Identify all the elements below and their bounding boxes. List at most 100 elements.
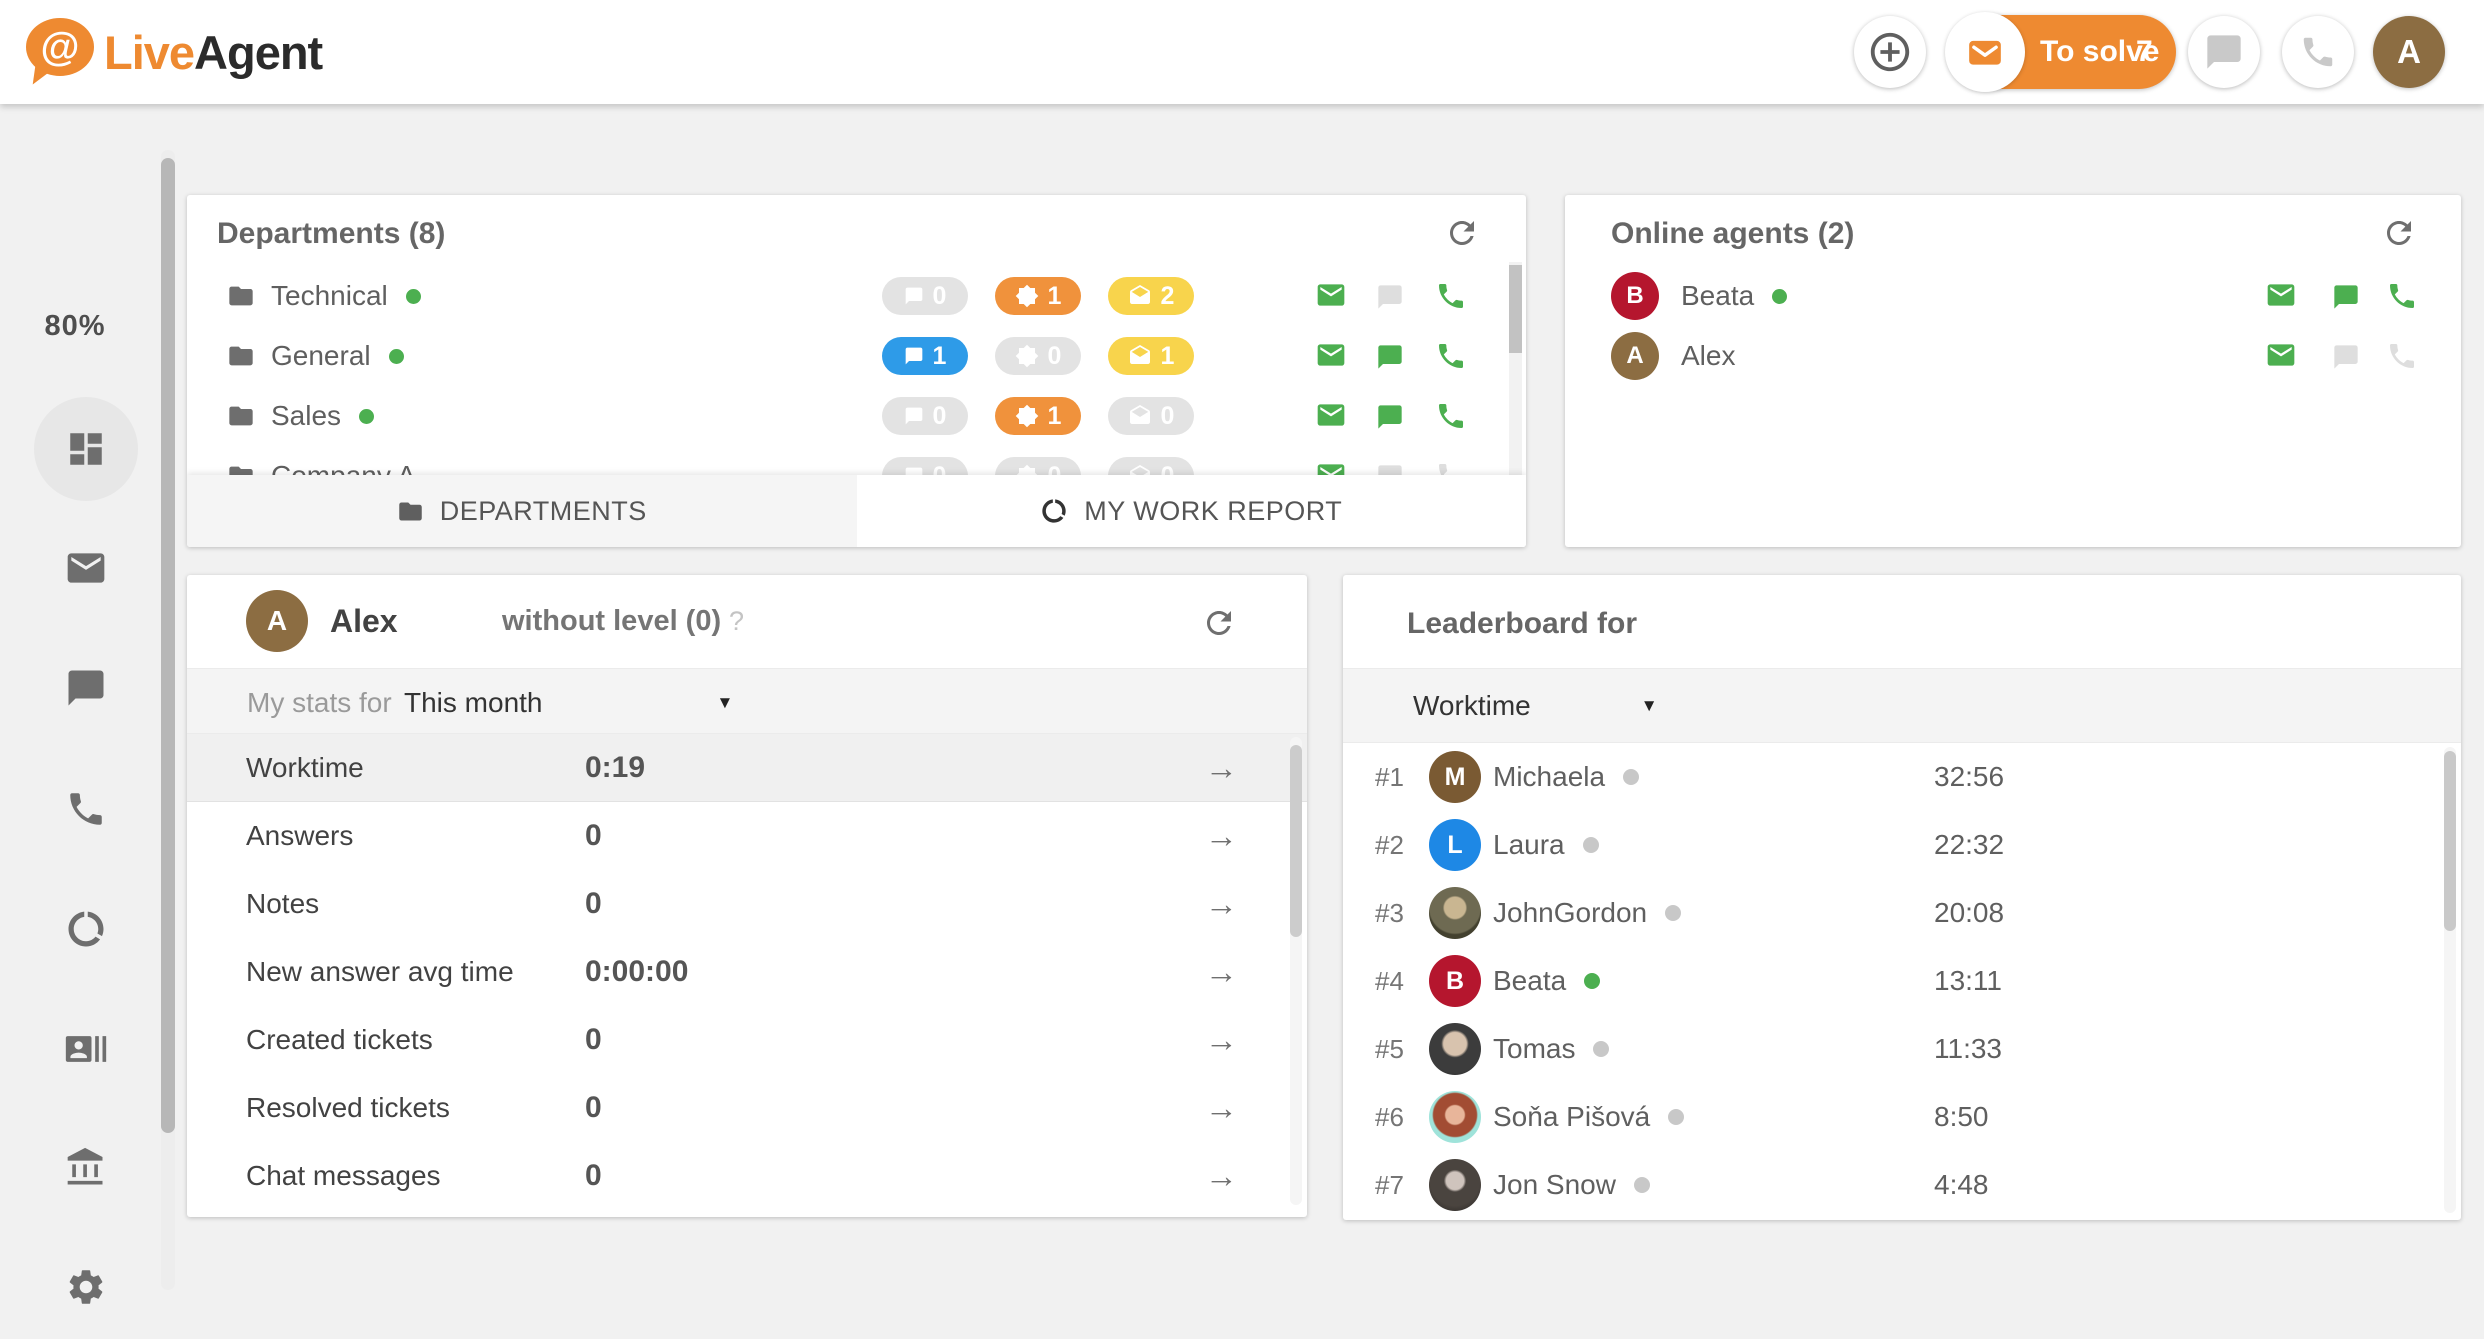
- leaderboard-row[interactable]: #7 Jon Snow 4:48: [1343, 1151, 2461, 1219]
- refresh-button[interactable]: [2381, 215, 2417, 251]
- open-envelope-icon: [1128, 464, 1152, 475]
- department-name: Technical: [271, 280, 388, 312]
- stat-value: 0: [585, 1159, 602, 1193]
- rank: #1: [1375, 743, 1404, 811]
- new-tickets-badge[interactable]: 1: [995, 277, 1081, 315]
- mail-action-icon[interactable]: [1313, 339, 1349, 371]
- department-name: Company A: [271, 460, 416, 475]
- chat-action-icon[interactable]: [1376, 343, 1404, 371]
- mail-action-icon[interactable]: [1313, 399, 1349, 431]
- metric-dropdown[interactable]: Worktime ▼: [1413, 690, 1658, 722]
- leaderboard-row[interactable]: #2 L Laura 22:32: [1343, 811, 2461, 879]
- stat-row-answers[interactable]: Answers 0 →: [187, 802, 1307, 870]
- online-status-dot: [1584, 973, 1600, 989]
- bank-building-icon: [64, 1146, 108, 1190]
- new-tickets-count: 0: [1048, 342, 1062, 371]
- new-tickets-badge[interactable]: 0: [995, 457, 1081, 475]
- chats-badge[interactable]: 0: [882, 457, 968, 475]
- refresh-button[interactable]: [1201, 605, 1237, 641]
- chat-action-icon[interactable]: [2332, 283, 2360, 311]
- open-tickets-badge[interactable]: 0: [1108, 397, 1194, 435]
- leaderboard-row[interactable]: #1 M Michaela 32:56: [1343, 743, 2461, 811]
- liveagent-logo[interactable]: @: [26, 18, 96, 80]
- tab-label: MY WORK REPORT: [1084, 496, 1342, 527]
- page-scrollbar-thumb[interactable]: [161, 158, 175, 1133]
- help-icon[interactable]: ?: [729, 575, 744, 668]
- sidebar-item-tickets[interactable]: [34, 516, 138, 620]
- leaderboard-scrollbar-thumb[interactable]: [2444, 751, 2456, 931]
- tab-departments[interactable]: DEPARTMENTS: [187, 475, 857, 547]
- mail-action-icon[interactable]: [2263, 339, 2299, 371]
- mail-icon: [1964, 33, 2006, 71]
- phone-action-icon[interactable]: [2386, 280, 2418, 312]
- open-tickets-badge[interactable]: 0: [1108, 457, 1194, 475]
- period-dropdown[interactable]: This month ▼: [404, 687, 733, 719]
- leaderboard-row[interactable]: #6 Soňa Pišová 8:50: [1343, 1083, 2461, 1151]
- mail-action-icon[interactable]: [2263, 279, 2299, 311]
- chat-action-icon[interactable]: [1376, 403, 1404, 431]
- sidebar-item-calls[interactable]: [34, 757, 138, 861]
- arrow-right-icon: →: [1205, 749, 1238, 787]
- stat-row-chat-messages[interactable]: Chat messages 0 →: [187, 1142, 1307, 1210]
- chat-action-icon[interactable]: [1376, 463, 1404, 475]
- phone-action-icon[interactable]: [1435, 400, 1467, 432]
- stat-row-notes[interactable]: Notes 0 →: [187, 870, 1307, 938]
- arrow-right-icon: →: [1205, 1021, 1238, 1059]
- open-tickets-badge[interactable]: 1: [1108, 337, 1194, 375]
- chat-action-icon[interactable]: [1376, 283, 1404, 311]
- mail-action-icon[interactable]: [1313, 459, 1349, 475]
- offline-status-dot: [1593, 1041, 1609, 1057]
- sidebar-item-companies[interactable]: [34, 1116, 138, 1220]
- phone-action-icon[interactable]: [1435, 340, 1467, 372]
- department-row[interactable]: General 1 0 1: [187, 326, 1526, 386]
- avatar-initial: B: [1446, 967, 1464, 996]
- refresh-button[interactable]: [1444, 215, 1480, 251]
- chats-count: 0: [933, 462, 947, 476]
- to-solve-count: 7: [2136, 15, 2153, 89]
- metric-value: 11:33: [1934, 1015, 2002, 1083]
- departments-scrollbar-thumb[interactable]: [1509, 265, 1522, 353]
- new-tickets-badge[interactable]: 1: [995, 397, 1081, 435]
- burst-icon: [1015, 464, 1039, 475]
- period-value: This month: [404, 687, 543, 719]
- new-chat-button[interactable]: [2188, 16, 2260, 88]
- contact-card-icon: [64, 1027, 108, 1071]
- stat-label: New answer avg time: [246, 956, 514, 988]
- new-tickets-badge[interactable]: 0: [995, 337, 1081, 375]
- to-solve-button[interactable]: To solve 7: [1948, 15, 2176, 89]
- department-row[interactable]: Sales 0 1 0: [187, 386, 1526, 446]
- chat-action-icon[interactable]: [2332, 343, 2360, 371]
- sidebar-item-settings[interactable]: [34, 1235, 138, 1339]
- user-avatar[interactable]: A: [2373, 16, 2445, 88]
- phone-action-icon[interactable]: [1435, 460, 1467, 475]
- stat-row-worktime[interactable]: Worktime 0:19 →: [187, 734, 1307, 802]
- agent-row[interactable]: B Beata: [1565, 266, 2461, 326]
- department-row[interactable]: Technical 0 1 2: [187, 266, 1526, 326]
- agent-row[interactable]: A Alex: [1565, 326, 2461, 386]
- chats-badge[interactable]: 1: [882, 337, 968, 375]
- work-report-donut-icon: [1040, 497, 1068, 525]
- mail-action-icon[interactable]: [1313, 279, 1349, 311]
- chats-badge[interactable]: 0: [882, 277, 968, 315]
- new-call-button[interactable]: [2282, 16, 2354, 88]
- stat-row-created-tickets[interactable]: Created tickets 0 →: [187, 1006, 1307, 1074]
- leaderboard-row[interactable]: #4 B Beata 13:11: [1343, 947, 2461, 1015]
- chats-badge[interactable]: 0: [882, 397, 968, 435]
- avatar-initial: A: [2397, 33, 2421, 71]
- add-new-button[interactable]: [1854, 16, 1926, 88]
- leaderboard-row[interactable]: #5 Tomas 11:33: [1343, 1015, 2461, 1083]
- sidebar-item-chats[interactable]: [34, 636, 138, 740]
- stat-row-resolved-tickets[interactable]: Resolved tickets 0 →: [187, 1074, 1307, 1142]
- online-agents-list: B Beata A Alex: [1565, 266, 2461, 386]
- phone-action-icon[interactable]: [2386, 340, 2418, 372]
- stat-row-new-answer-avg-time[interactable]: New answer avg time 0:00:00 →: [187, 938, 1307, 1006]
- department-row[interactable]: Company A 0 0 0: [187, 446, 1526, 475]
- phone-action-icon[interactable]: [1435, 280, 1467, 312]
- sidebar-item-dashboard[interactable]: [34, 397, 138, 501]
- sidebar-item-reports[interactable]: [34, 877, 138, 981]
- sidebar-item-customers[interactable]: [34, 997, 138, 1101]
- stats-scrollbar-thumb[interactable]: [1290, 745, 1302, 937]
- leaderboard-row[interactable]: #3 JohnGordon 20:08: [1343, 879, 2461, 947]
- tab-my-work-report[interactable]: MY WORK REPORT: [857, 475, 1527, 547]
- open-tickets-badge[interactable]: 2: [1108, 277, 1194, 315]
